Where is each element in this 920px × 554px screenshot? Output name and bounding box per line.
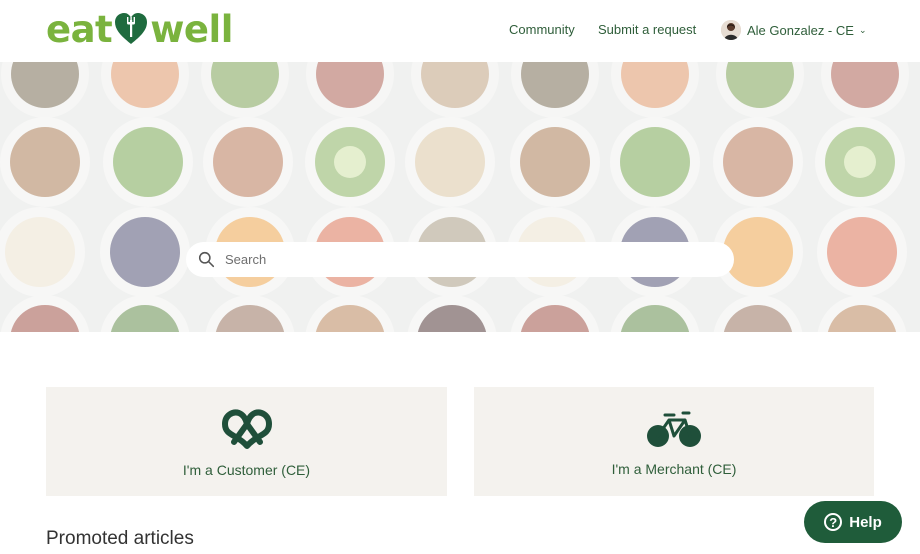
help-button[interactable]: ? Help <box>804 501 902 543</box>
user-name: Ale Gonzalez - CE <box>747 22 854 38</box>
help-label: Help <box>849 513 882 531</box>
promoted-articles-heading: Promoted articles <box>46 528 194 549</box>
question-icon: ? <box>824 513 843 531</box>
search-icon <box>198 251 215 268</box>
nav-submit-request-link[interactable]: Submit a request <box>598 22 696 37</box>
hero-banner <box>0 62 920 332</box>
food-bowls-background <box>0 62 920 332</box>
avatar <box>721 20 741 40</box>
logo-text-eat: eat <box>46 7 113 51</box>
customer-category-card[interactable]: I'm a Customer (CE) <box>46 387 447 496</box>
search-bar[interactable] <box>186 242 734 277</box>
chevron-down-icon: ⌄ <box>858 24 867 35</box>
eatwell-logo[interactable]: eat well <box>46 7 233 51</box>
pretzel-icon <box>219 406 275 450</box>
search-input[interactable] <box>223 251 707 268</box>
logo-text-well: well <box>150 7 233 51</box>
merchant-category-card[interactable]: I'm a Merchant (CE) <box>474 387 874 496</box>
merchant-card-label: I'm a Merchant (CE) <box>611 460 737 477</box>
site-header: eat well Community Submit a request Ale … <box>0 0 920 62</box>
heart-fork-icon <box>113 11 149 47</box>
customer-card-label: I'm a Customer (CE) <box>182 461 311 478</box>
user-menu[interactable]: Ale Gonzalez - CE ⌄ <box>721 20 866 40</box>
nav-community-link[interactable]: Community <box>509 22 575 37</box>
bicycle-icon <box>645 407 703 451</box>
